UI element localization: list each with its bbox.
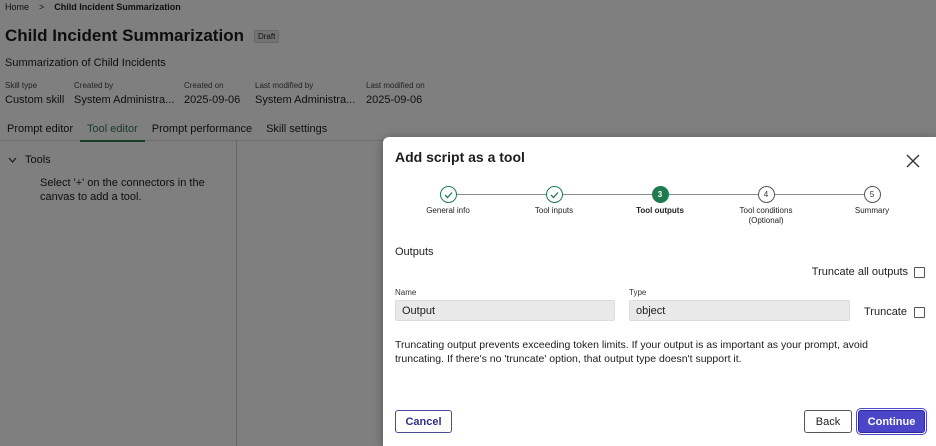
step-label: Tool inputs xyxy=(534,206,574,215)
add-script-tool-dialog: Add script as a tool General info Tool i… xyxy=(383,137,936,446)
step-label: Summary xyxy=(854,206,890,215)
type-field[interactable]: object xyxy=(629,300,850,321)
truncate-all-checkbox[interactable] xyxy=(914,266,925,278)
step-summary[interactable]: 5 Summary xyxy=(817,186,927,216)
type-field-label: Type xyxy=(629,288,647,297)
step-number: 3 xyxy=(651,186,669,203)
back-button[interactable]: Back xyxy=(804,410,852,433)
name-field[interactable]: Output xyxy=(395,300,615,321)
name-field-label: Name xyxy=(395,288,417,297)
step-label: Tool outputs xyxy=(636,206,684,215)
continue-button[interactable]: Continue xyxy=(858,410,925,433)
step-general-info[interactable]: General info xyxy=(393,186,503,216)
wizard-stepper: General info Tool inputs 3 Tool outputs … xyxy=(383,186,936,226)
cancel-button[interactable]: Cancel xyxy=(395,410,452,433)
step-tool-conditions[interactable]: 4 Tool conditions (Optional) xyxy=(711,186,821,226)
step-label: Tool conditions (Optional) xyxy=(739,206,793,225)
truncation-note: Truncating output prevents exceeding tok… xyxy=(395,339,868,365)
check-icon xyxy=(439,186,457,203)
truncate-control: Truncate xyxy=(864,306,925,318)
check-icon xyxy=(545,186,563,203)
truncate-label: Truncate xyxy=(863,306,907,318)
truncate-all-label: Truncate all outputs xyxy=(811,266,908,278)
step-tool-inputs[interactable]: Tool inputs xyxy=(499,186,609,216)
truncate-all-control: Truncate all outputs xyxy=(812,266,925,278)
close-button[interactable] xyxy=(906,154,920,168)
truncate-checkbox[interactable] xyxy=(914,306,925,318)
step-tool-outputs[interactable]: 3 Tool outputs xyxy=(605,186,715,216)
outputs-section-title: Outputs xyxy=(395,246,434,258)
step-number: 5 xyxy=(863,186,881,203)
close-icon xyxy=(906,154,920,168)
step-number: 4 xyxy=(757,186,775,203)
step-label: General info xyxy=(426,206,470,215)
dialog-title: Add script as a tool xyxy=(395,149,525,165)
